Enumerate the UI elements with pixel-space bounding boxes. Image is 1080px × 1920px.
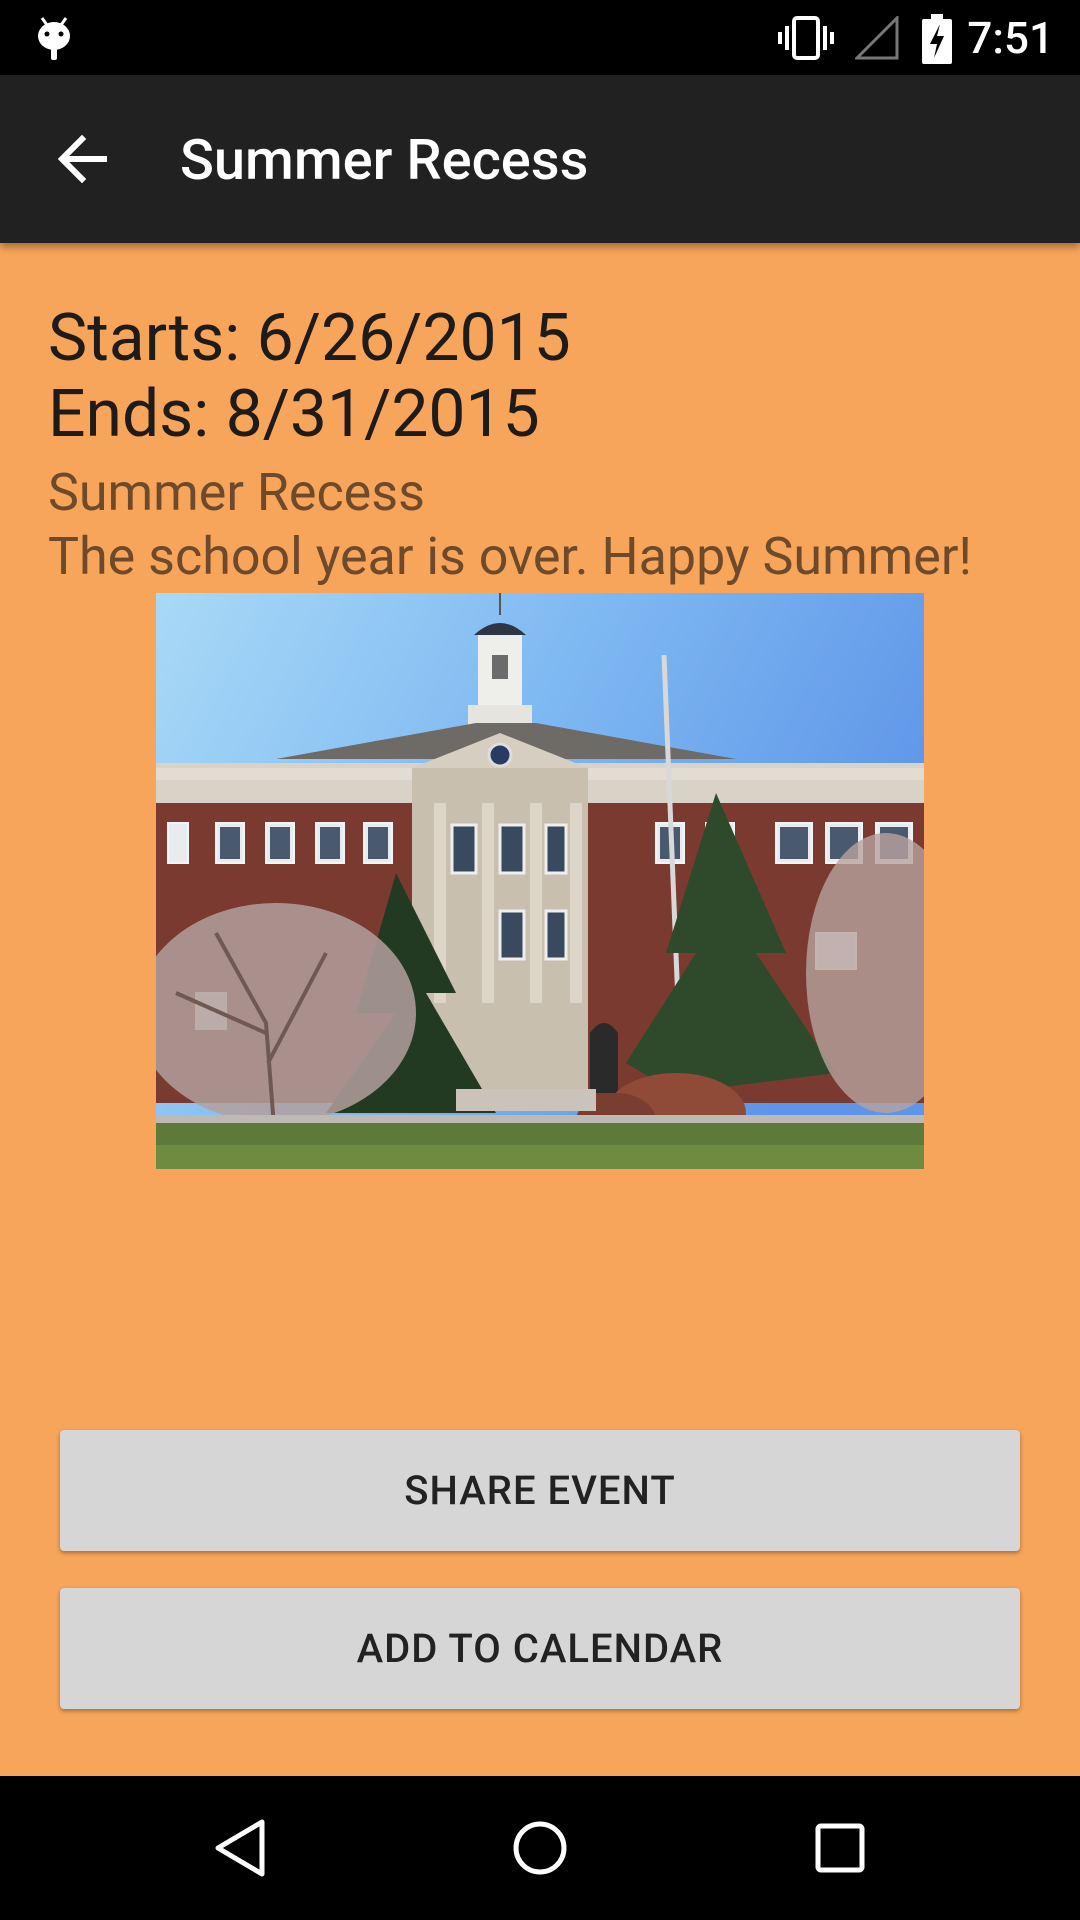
event-description: Summer Recess The school year is over. H… (48, 461, 972, 589)
event-dates: Starts: 6/26/2015 Ends: 8/31/2015 (48, 301, 571, 453)
event-end-date: Ends: 8/31/2015 (48, 376, 540, 453)
arrow-back-icon (57, 134, 107, 184)
back-button[interactable] (46, 123, 118, 195)
nav-back-button[interactable] (168, 1776, 312, 1920)
share-event-button[interactable]: SHARE EVENT (60, 1430, 1020, 1551)
status-clock: 7:51 (967, 12, 1054, 64)
navigation-bar (0, 1776, 1080, 1920)
event-name: Summer Recess (48, 462, 425, 523)
page-title: Summer Recess (180, 127, 589, 193)
nav-recents-icon (815, 1823, 865, 1873)
add-to-calendar-button[interactable]: ADD TO CALENDAR (60, 1588, 1020, 1709)
vibrate-icon (778, 16, 834, 60)
signal-icon (855, 16, 899, 60)
app-bar: Summer Recess (0, 75, 1080, 243)
android-icon (38, 17, 70, 60)
event-text: The school year is over. Happy Summer! (48, 526, 972, 587)
nav-recents-button[interactable] (768, 1776, 912, 1920)
event-photo (156, 593, 924, 1169)
battery-charging-icon (922, 14, 952, 64)
nav-back-icon (215, 1819, 265, 1877)
nav-home-icon (513, 1821, 567, 1875)
event-start-date: Starts: 6/26/2015 (48, 300, 571, 377)
nav-home-button[interactable] (468, 1776, 612, 1920)
status-bar: 7:51 (0, 0, 1080, 75)
